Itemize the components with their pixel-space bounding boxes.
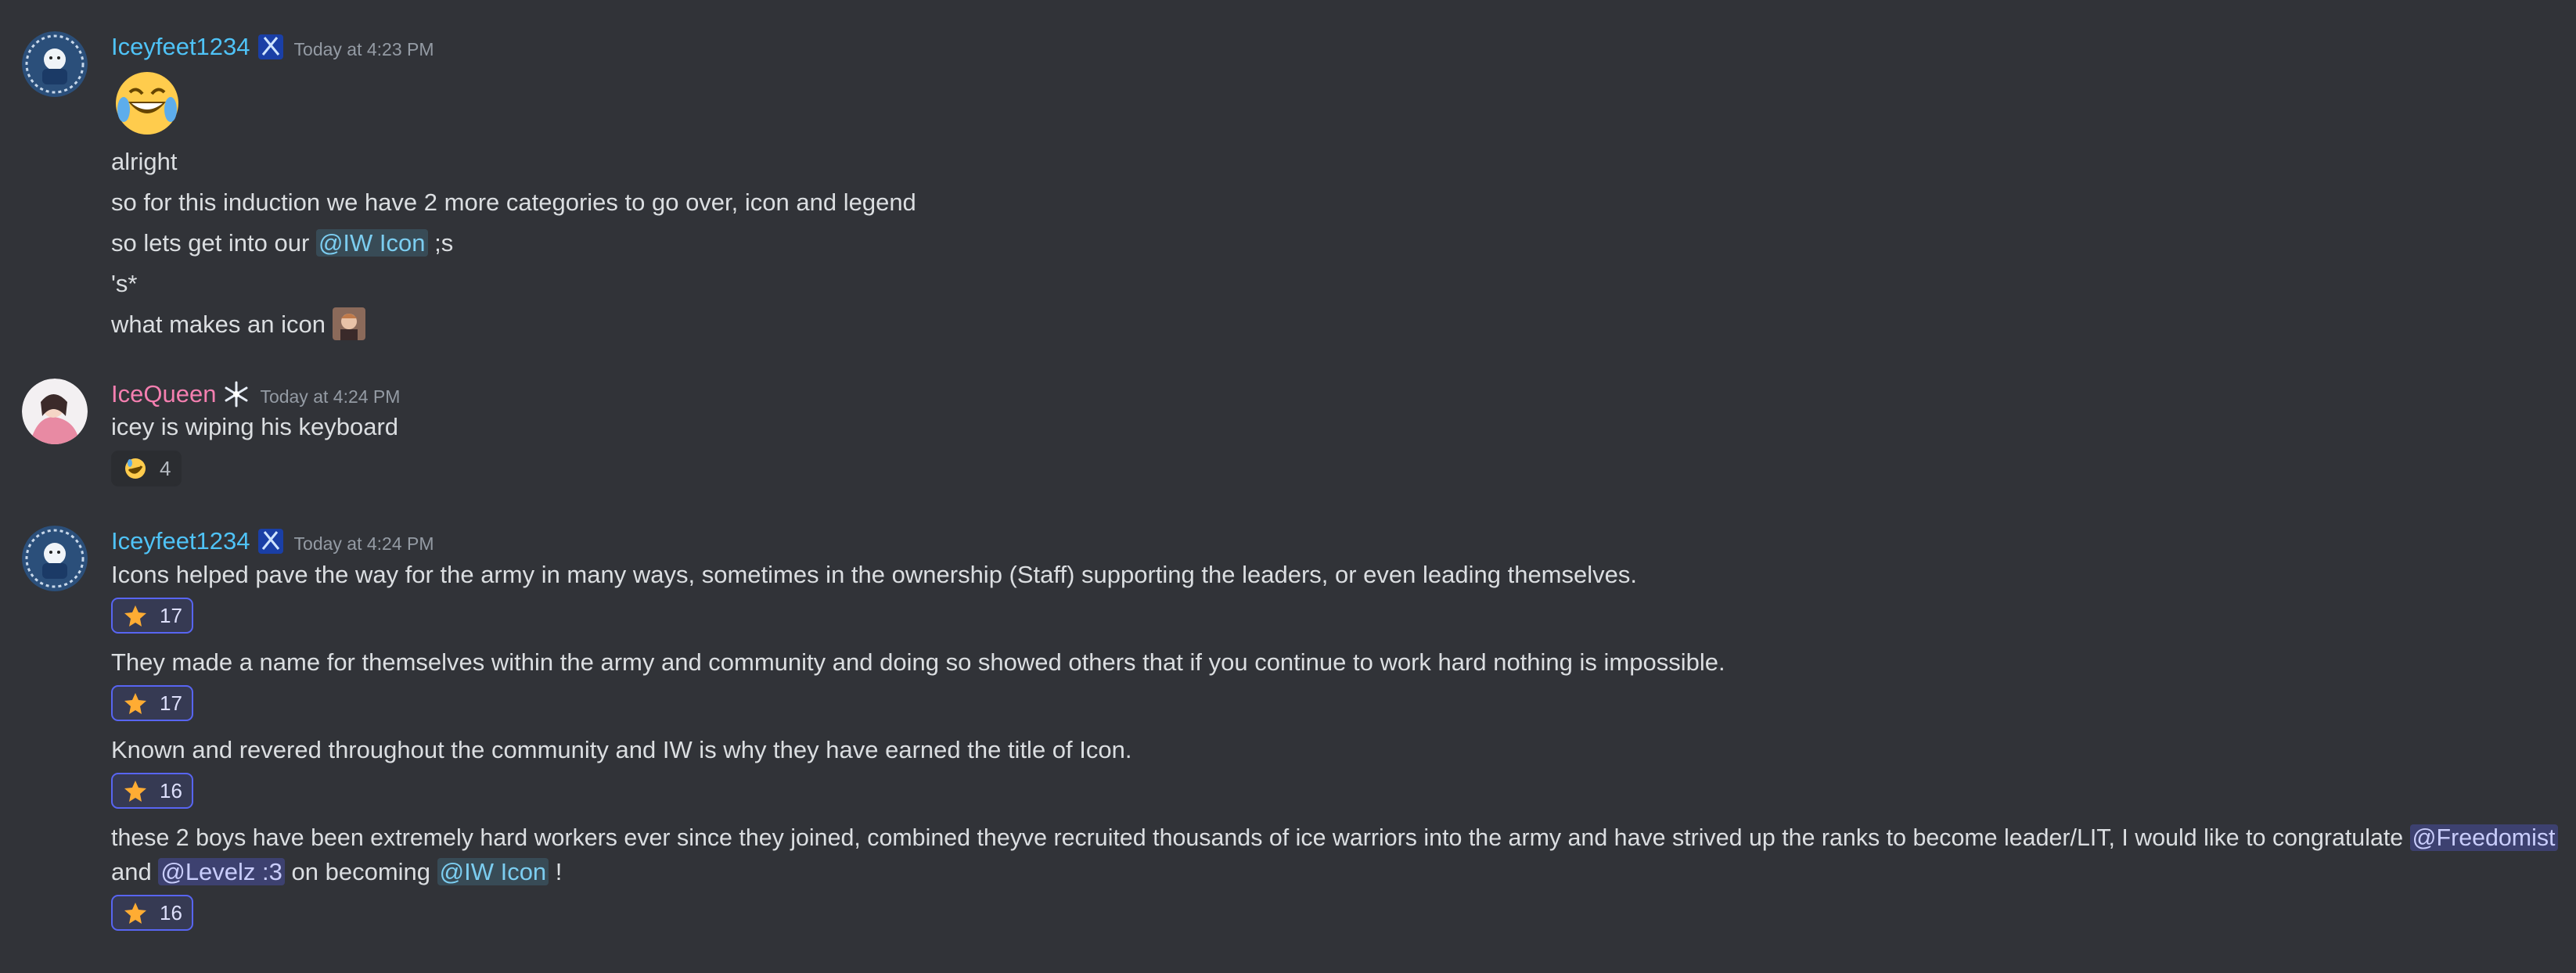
reaction-count: 17 [160, 691, 182, 715]
message-text: They made a name for themselves within t… [111, 648, 1725, 676]
message-text: alright [111, 148, 178, 175]
reaction-count: 16 [160, 900, 182, 925]
message-timestamp: Today at 4:23 PM [293, 39, 434, 59]
role-mention[interactable]: @IW Icon [315, 229, 428, 257]
rofl-emoji-icon [124, 457, 147, 480]
reaction-count: 4 [160, 456, 171, 480]
role-mention[interactable]: @IW Icon [437, 858, 549, 885]
message-text: so for this induction we have 2 more cat… [111, 188, 916, 216]
message-text: 's* [111, 270, 138, 297]
reaction-count: 17 [160, 603, 182, 627]
avatar-icequeen[interactable] [22, 379, 88, 444]
message-text: these 2 boys have been extremely hard wo… [111, 821, 2558, 854]
text-segment: what makes an icon [111, 311, 326, 338]
hockey-sticks-badge-icon [257, 33, 285, 61]
message-text: so lets get into our @IW Icon ;s [111, 227, 453, 260]
star-emoji-icon [124, 691, 147, 715]
text-segment: these 2 boys have been extremely hard wo… [111, 824, 2410, 851]
joy-emoji-icon [111, 67, 183, 156]
chat-messages: Iceyfeet1234 Today at 4:23 PM alright so… [0, 0, 2576, 973]
reaction-count: 16 [160, 778, 182, 802]
message-author[interactable]: Iceyfeet1234 Today at 4:24 PM [111, 527, 434, 555]
author-name[interactable]: IceQueen [111, 380, 216, 408]
message-author[interactable]: Iceyfeet1234 Today at 4:23 PM [111, 33, 434, 61]
message-author[interactable]: IceQueen Today at 4:24 PM [111, 380, 400, 408]
message-timestamp: Today at 4:24 PM [260, 386, 401, 407]
message-text: what makes an icon [111, 307, 365, 343]
snowflake-badge-icon [222, 380, 250, 408]
message-text: icey is wiping his keyboard [111, 413, 399, 440]
user-mention[interactable]: @Levelz :3 [158, 858, 285, 885]
text-segment: ;s [427, 229, 454, 257]
text-segment: and [111, 858, 159, 885]
reaction-rofl[interactable]: 4 [111, 451, 182, 486]
user-mention[interactable]: @Freedomist [2409, 824, 2558, 851]
message-text: Known and revered throughout the communi… [111, 736, 1132, 763]
message-text: Icons helped pave the way for the army i… [111, 561, 1637, 588]
star-emoji-icon [124, 604, 147, 627]
avatar-iceyfeet[interactable] [22, 526, 88, 591]
star-emoji-icon [124, 901, 147, 925]
reaction-star[interactable]: 17 [111, 598, 193, 634]
custom-emoji-icon [332, 307, 365, 340]
author-name[interactable]: Iceyfeet1234 [111, 33, 250, 61]
text-segment: so lets get into our [111, 229, 316, 257]
text-segment: ! [549, 858, 563, 885]
reaction-star[interactable]: 16 [111, 773, 193, 809]
reaction-star[interactable]: 16 [111, 895, 193, 931]
text-segment: on becoming [284, 858, 437, 885]
avatar-iceyfeet[interactable] [22, 31, 88, 97]
message-text: and @Levelz :3 on becoming @IW Icon ! [111, 856, 562, 889]
hockey-sticks-badge-icon [257, 527, 285, 555]
star-emoji-icon [124, 779, 147, 802]
reaction-star[interactable]: 17 [111, 685, 193, 721]
author-name[interactable]: Iceyfeet1234 [111, 527, 250, 555]
message-timestamp: Today at 4:24 PM [293, 533, 434, 554]
